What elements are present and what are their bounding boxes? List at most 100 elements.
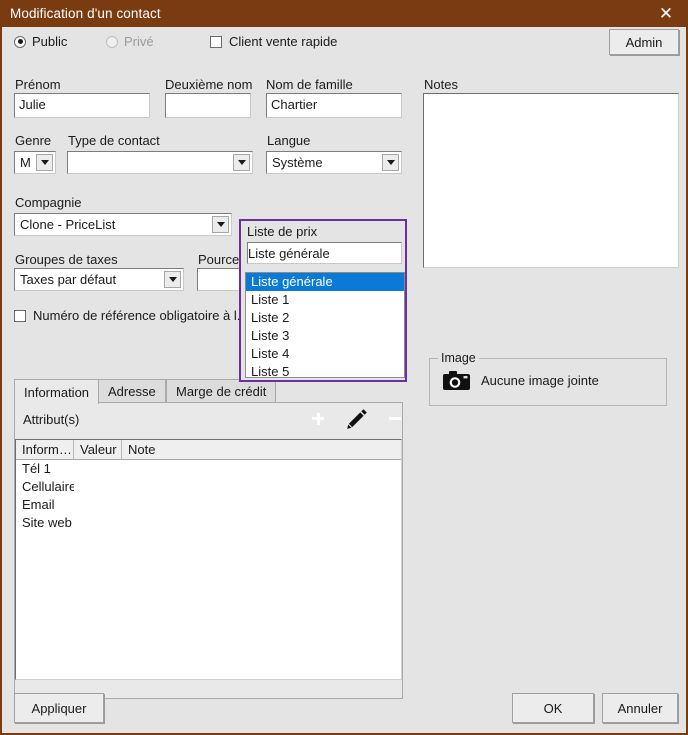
price-list-option[interactable]: Liste 2 [246, 309, 404, 327]
tab-information[interactable]: Information [14, 379, 100, 404]
contact-type-select[interactable] [67, 151, 253, 174]
company-label: Compagnie [15, 195, 82, 210]
cell-valeur [74, 514, 122, 532]
edit-attribute-button[interactable] [346, 407, 370, 431]
radio-public-indicator [14, 35, 26, 48]
chevron-down-icon [233, 154, 250, 171]
chevron-down-icon [212, 216, 229, 233]
checkbox-quick-sale-client-label: Client vente rapide [229, 34, 338, 49]
percentage-label: Pource [198, 252, 240, 267]
price-list-option[interactable]: Liste 4 [246, 345, 404, 363]
cell-information: Site web [22, 515, 72, 530]
tab-marge-de-credit[interactable]: Marge de crédit [166, 379, 277, 403]
last-name-input[interactable]: Chartier [266, 93, 402, 118]
admin-button[interactable]: Admin [609, 29, 679, 55]
cell-information: Cellulaire [22, 479, 74, 494]
checkbox-quick-sale-client[interactable]: Client vente rapide [210, 34, 337, 49]
pencil-icon [346, 409, 369, 433]
attributes-table-header: Inform… Valeur Note [16, 440, 401, 460]
last-name-label: Nom de famille [266, 77, 353, 92]
tab-marge-de-credit-label: Marge de crédit [176, 384, 267, 399]
attributes-table[interactable]: Inform… Valeur Note Tél 1 Cellulaire Ema… [15, 439, 402, 680]
first-name-label: Prénom [15, 77, 61, 92]
tax-groups-select[interactable]: Taxes par défaut [14, 268, 184, 291]
price-list-option[interactable]: Liste 5 [246, 363, 404, 377]
radio-private-label: Privé [124, 34, 154, 49]
ok-button[interactable]: OK [512, 693, 594, 723]
radio-public[interactable]: Public [14, 34, 67, 49]
language-label: Langue [267, 133, 311, 148]
tab-information-label: Information [24, 384, 90, 400]
tax-groups-select-value: Taxes par défaut [20, 272, 117, 287]
middle-name-input[interactable] [165, 93, 251, 118]
apply-button-label: Appliquer [31, 700, 87, 716]
language-select[interactable]: Système [266, 151, 402, 174]
notes-label: Notes [424, 77, 458, 92]
camera-icon [443, 370, 470, 390]
attributes-table-body: Tél 1 Cellulaire Email Site web [16, 460, 401, 532]
table-row[interactable]: Email [16, 496, 401, 514]
cell-note [122, 514, 401, 532]
apply-button[interactable]: Appliquer [14, 693, 104, 723]
remove-attribute-button[interactable] [384, 407, 408, 431]
checkbox-reference-required[interactable]: Numéro de référence obligatoire à l. [14, 308, 240, 323]
contact-type-label: Type de contact [68, 133, 160, 148]
price-list-option[interactable]: Liste générale [246, 273, 404, 291]
price-list-option[interactable]: Liste 1 [246, 291, 404, 309]
company-select-value: Clone - PriceList [20, 217, 116, 232]
checkbox-reference-required-box [14, 309, 26, 322]
cell-information: Tél 1 [22, 461, 51, 476]
table-row[interactable]: Tél 1 [16, 460, 401, 478]
image-group-label: Image [438, 351, 479, 365]
image-group: Image Aucune image jointe [429, 351, 667, 406]
cancel-button-label: Annuler [617, 700, 663, 716]
chevron-down-icon [382, 154, 399, 171]
radio-public-label: Public [32, 34, 68, 49]
column-header-note: Note [122, 440, 401, 459]
radio-private[interactable]: Privé [106, 34, 154, 49]
cell-information: Email [22, 497, 55, 512]
cancel-button[interactable]: Annuler [602, 693, 678, 723]
cell-note [122, 478, 401, 496]
table-row[interactable]: Site web [16, 514, 401, 532]
close-icon[interactable]: ✕ [644, 0, 688, 27]
table-row[interactable]: Cellulaire [16, 478, 401, 496]
image-status-text: Aucune image jointe [481, 372, 599, 388]
column-header-information: Inform… [16, 440, 74, 459]
cell-valeur [74, 496, 122, 514]
admin-button-label: Admin [625, 34, 663, 50]
price-list-option[interactable]: Liste 3 [246, 327, 404, 345]
company-select[interactable]: Clone - PriceList [14, 213, 232, 236]
price-list-group: Liste de prix Liste générale Liste génér… [239, 219, 407, 382]
cell-valeur [74, 478, 122, 496]
chevron-down-icon [36, 154, 53, 171]
price-list-options[interactable]: Liste générale Liste 1 Liste 2 Liste 3 L… [245, 272, 405, 378]
notes-textarea[interactable] [423, 93, 679, 268]
gender-select-value: M [20, 155, 31, 170]
window-title: Modification d'un contact [10, 6, 161, 21]
tax-groups-label: Groupes de taxes [15, 252, 118, 267]
price-list-select-value: Liste générale [248, 245, 330, 261]
cell-note [122, 460, 401, 478]
cell-note [122, 496, 401, 514]
language-select-value: Système [272, 155, 323, 170]
gender-select[interactable]: M [14, 151, 56, 174]
window-title-bar: Modification d'un contact ✕ [0, 0, 688, 27]
price-list-select[interactable]: Liste générale [247, 242, 402, 264]
add-attribute-button[interactable] [307, 407, 331, 431]
first-name-input[interactable]: Julie [14, 93, 150, 118]
window-body: Public Privé Client vente rapide Admin P… [0, 27, 688, 735]
price-list-label: Liste de prix [247, 224, 318, 239]
tab-panel-information: Attribut(s) Inform… Valeur Note Tél 1 Ce… [14, 402, 403, 699]
attributes-section-label: Attribut(s) [23, 412, 80, 427]
gender-label: Genre [15, 133, 52, 148]
radio-private-indicator [106, 35, 118, 48]
checkbox-quick-sale-client-box [210, 35, 222, 48]
column-header-valeur: Valeur [74, 440, 122, 459]
cell-valeur [74, 460, 122, 478]
chevron-down-icon [164, 271, 181, 288]
middle-name-label: Deuxième nom [165, 77, 253, 92]
tab-adresse[interactable]: Adresse [98, 379, 166, 403]
tab-strip: Information Adresse Marge de crédit [14, 379, 402, 404]
checkbox-reference-required-label: Numéro de référence obligatoire à l. [33, 308, 241, 323]
